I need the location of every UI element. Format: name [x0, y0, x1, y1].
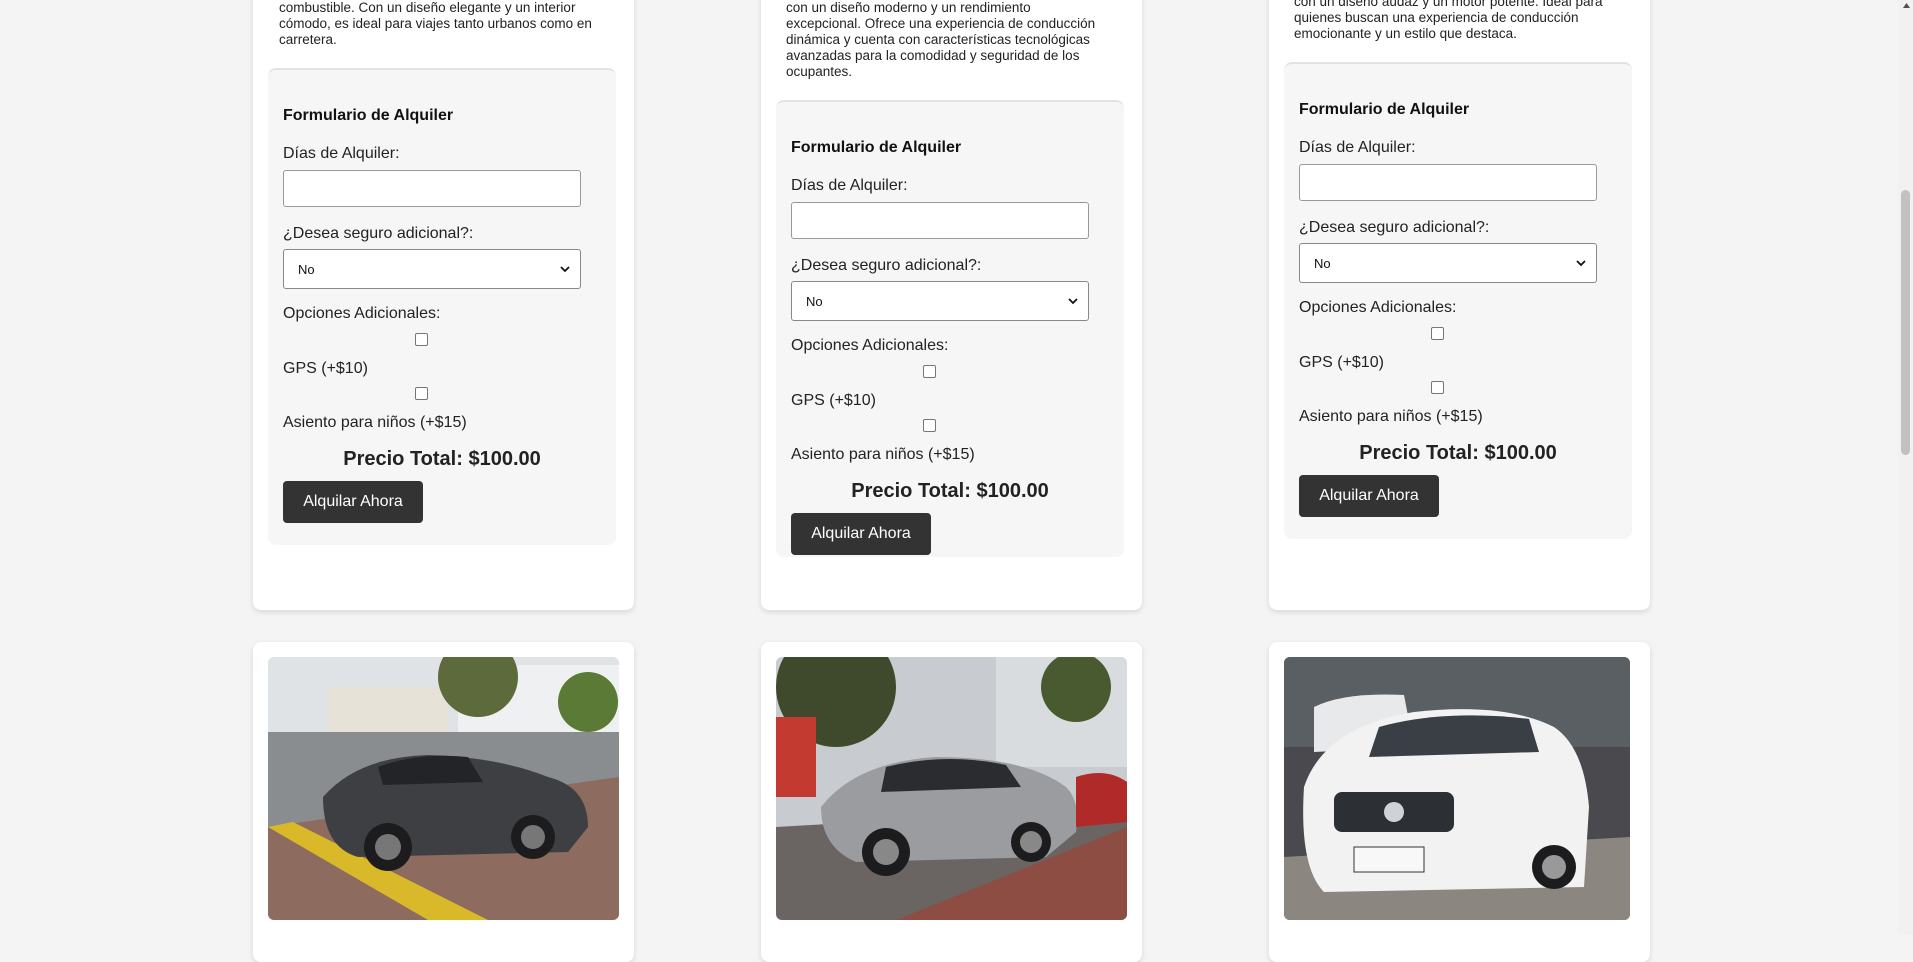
child-seat-checkbox[interactable]	[415, 387, 428, 400]
total-price: Precio Total: $100.00	[851, 480, 1049, 502]
form-title: Formulario de Alquiler	[283, 107, 454, 124]
insurance-selected-value: No	[806, 294, 823, 309]
total-price: Precio Total: $100.00	[1359, 442, 1557, 464]
insurance-select[interactable]: No	[283, 249, 581, 289]
child-seat-label: Asiento para niños (+$15)	[283, 414, 467, 431]
rental-form: Formulario de Alquiler Días de Alquiler:…	[1284, 62, 1632, 539]
child-seat-checkbox[interactable]	[1431, 381, 1444, 394]
car-description: con un diseño moderno y un rendimiento e…	[786, 0, 1096, 79]
car-card-4	[253, 642, 634, 962]
insurance-selected-value: No	[298, 262, 315, 277]
scroll-up-arrow-icon[interactable]	[1902, 2, 1911, 10]
insurance-label: ¿Desea seguro adicional?:	[1299, 219, 1490, 236]
insurance-label: ¿Desea seguro adicional?:	[791, 257, 982, 274]
gps-label: GPS (+$10)	[1299, 354, 1384, 371]
rent-now-button[interactable]: Alquilar Ahora	[1299, 475, 1439, 517]
rent-now-button[interactable]: Alquilar Ahora	[791, 513, 931, 555]
days-input[interactable]	[791, 202, 1089, 239]
insurance-select[interactable]: No	[791, 281, 1089, 321]
options-label: Opciones Adicionales:	[791, 337, 949, 354]
options-label: Opciones Adicionales:	[283, 305, 441, 322]
car-card-3: con un diseño audaz y un motor potente. …	[1269, 0, 1650, 610]
gps-label: GPS (+$10)	[283, 360, 368, 377]
gps-label: GPS (+$10)	[791, 392, 876, 409]
insurance-selected-value: No	[1314, 256, 1331, 271]
vertical-scrollbar-thumb[interactable]	[1901, 190, 1910, 455]
car-photo	[268, 657, 619, 920]
car-card-5	[761, 642, 1142, 962]
rental-form: Formulario de Alquiler Días de Alquiler:…	[776, 100, 1124, 557]
form-title: Formulario de Alquiler	[1299, 101, 1470, 118]
days-label: Días de Alquiler:	[1299, 139, 1416, 156]
rent-now-button[interactable]: Alquilar Ahora	[283, 481, 423, 523]
chevron-down-icon	[560, 266, 570, 273]
total-price: Precio Total: $100.00	[343, 448, 541, 470]
car-description: con un diseño audaz y un motor potente. …	[1294, 0, 1603, 41]
days-label: Días de Alquiler:	[283, 145, 400, 162]
child-seat-label: Asiento para niños (+$15)	[1299, 408, 1483, 425]
car-photo	[1284, 657, 1630, 920]
car-photo	[776, 657, 1127, 920]
days-input[interactable]	[1299, 164, 1597, 201]
insurance-label: ¿Desea seguro adicional?:	[283, 225, 474, 242]
gps-checkbox[interactable]	[1431, 327, 1444, 340]
options-label: Opciones Adicionales:	[1299, 299, 1457, 316]
car-description: combustible. Con un diseño elegante y un…	[279, 0, 592, 47]
chevron-down-icon	[1068, 298, 1078, 305]
child-seat-label: Asiento para niños (+$15)	[791, 446, 975, 463]
chevron-down-icon	[1576, 260, 1586, 267]
form-title: Formulario de Alquiler	[791, 139, 962, 156]
days-label: Días de Alquiler:	[791, 177, 908, 194]
car-card-6	[1269, 642, 1650, 962]
gps-checkbox[interactable]	[923, 365, 936, 378]
insurance-select[interactable]: No	[1299, 243, 1597, 283]
rental-form: Formulario de Alquiler Días de Alquiler:…	[268, 68, 616, 545]
car-card-2: con un diseño moderno y un rendimiento e…	[761, 0, 1142, 610]
child-seat-checkbox[interactable]	[923, 419, 936, 432]
days-input[interactable]	[283, 170, 581, 207]
vertical-scrollbar-track[interactable]	[1898, 0, 1913, 935]
car-card-1: combustible. Con un diseño elegante y un…	[253, 0, 634, 610]
gps-checkbox[interactable]	[415, 333, 428, 346]
